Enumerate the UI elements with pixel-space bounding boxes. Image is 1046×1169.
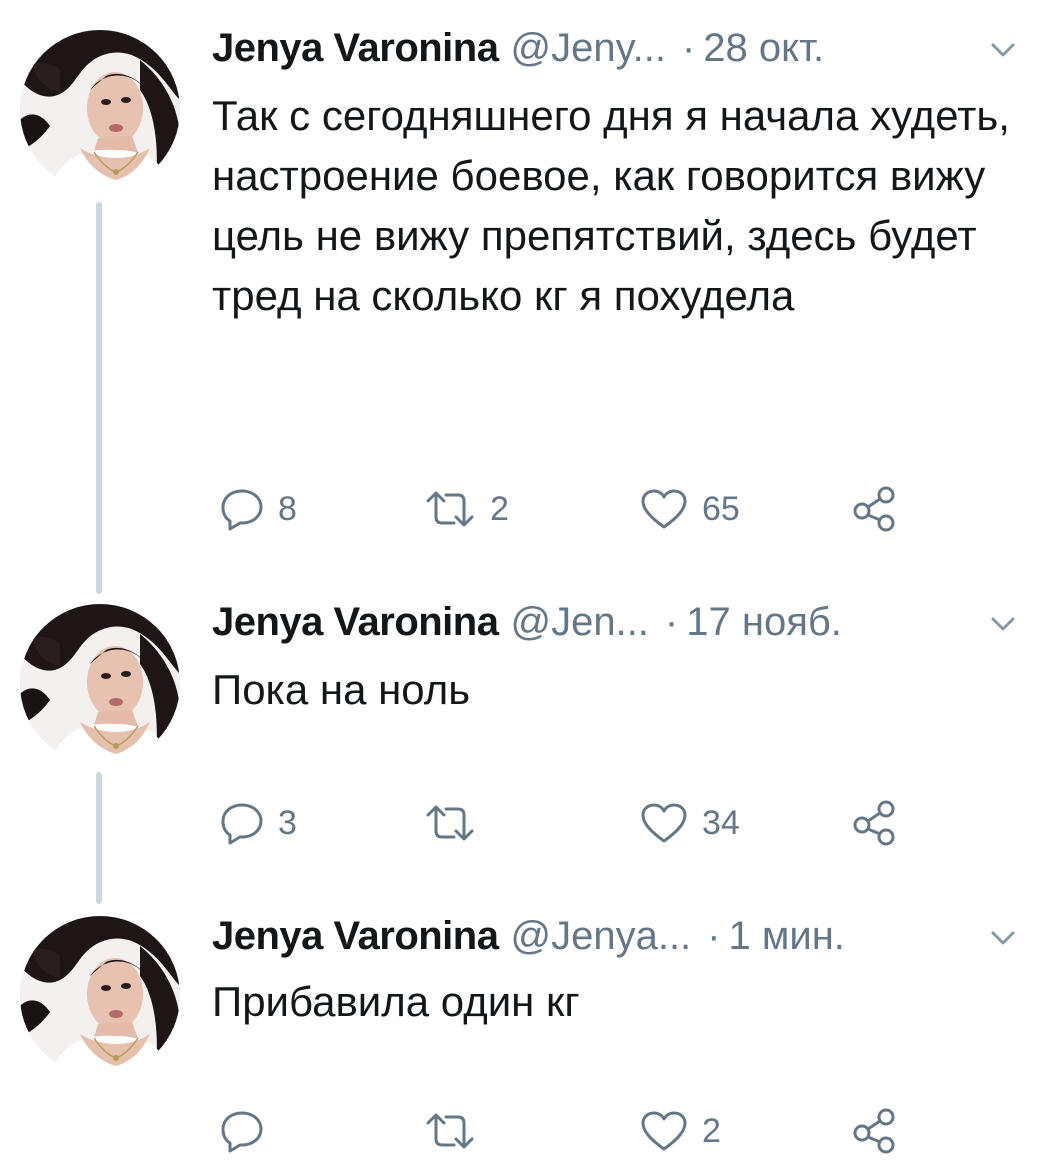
display-name[interactable]: Jenya Varonina bbox=[212, 914, 499, 959]
separator-dot: · bbox=[664, 600, 679, 644]
chevron-down-icon[interactable] bbox=[990, 928, 1016, 948]
retweet-button[interactable] bbox=[424, 798, 490, 848]
reply-button[interactable]: 8 bbox=[220, 484, 297, 534]
avatar-image bbox=[20, 916, 180, 1076]
heart-icon bbox=[640, 1109, 688, 1153]
user-handle[interactable]: @Jeny... bbox=[510, 26, 665, 71]
retweet-button[interactable]: 2 bbox=[424, 484, 509, 534]
tweet[interactable]: Jenya Varonina @Jeny... · 28 окт. Так с … bbox=[0, 0, 1046, 590]
tweet-header: Jenya Varonina @Jeny... · 28 окт. bbox=[212, 26, 1016, 76]
share-icon bbox=[850, 485, 898, 533]
retweet-icon bbox=[424, 1111, 476, 1151]
tweet[interactable]: Jenya Varonina @Jenya... · 1 мин. Прибав… bbox=[0, 910, 1046, 1169]
reply-button[interactable] bbox=[220, 1106, 278, 1156]
like-button[interactable]: 34 bbox=[640, 798, 740, 848]
share-icon bbox=[850, 799, 898, 847]
separator-dot: · bbox=[681, 26, 696, 70]
like-count: 2 bbox=[702, 1111, 721, 1150]
tweet-text: Пока на ноль bbox=[212, 666, 471, 713]
timestamp[interactable]: 28 окт. bbox=[703, 26, 824, 71]
avatar[interactable] bbox=[20, 604, 180, 764]
heart-icon bbox=[640, 487, 688, 531]
reply-count: 3 bbox=[278, 803, 297, 842]
retweet-count: 2 bbox=[490, 489, 509, 528]
user-handle[interactable]: @Jen... bbox=[510, 600, 648, 645]
reply-icon bbox=[220, 487, 264, 531]
avatar[interactable] bbox=[20, 916, 180, 1076]
heart-icon bbox=[640, 801, 688, 845]
like-count: 34 bbox=[702, 803, 740, 842]
reply-icon bbox=[220, 1109, 264, 1153]
tweet-header: Jenya Varonina @Jen... · 17 нояб. bbox=[212, 600, 1016, 650]
display-name[interactable]: Jenya Varonina bbox=[212, 26, 499, 71]
like-button[interactable]: 2 bbox=[640, 1106, 721, 1156]
share-button[interactable] bbox=[850, 798, 898, 848]
like-button[interactable]: 65 bbox=[640, 484, 740, 534]
user-handle[interactable]: @Jenya... bbox=[510, 914, 691, 959]
timestamp[interactable]: 1 мин. bbox=[729, 914, 845, 959]
share-button[interactable] bbox=[850, 1106, 898, 1156]
timestamp[interactable]: 17 нояб. bbox=[686, 600, 842, 645]
avatar[interactable] bbox=[20, 30, 180, 190]
tweet-text: Так с сегодняшнего дня я начала худеть, … bbox=[212, 92, 1010, 319]
reply-icon bbox=[220, 801, 264, 845]
chevron-down-icon[interactable] bbox=[990, 40, 1016, 60]
retweet-button[interactable] bbox=[424, 1106, 490, 1156]
display-name[interactable]: Jenya Varonina bbox=[212, 600, 499, 645]
tweet-text: Прибавила один кг bbox=[212, 978, 580, 1025]
separator-dot: · bbox=[707, 914, 721, 958]
avatar-image bbox=[20, 30, 180, 190]
avatar-image bbox=[20, 604, 180, 764]
tweet-header: Jenya Varonina @Jenya... · 1 мин. bbox=[212, 914, 1016, 964]
tweet[interactable]: Jenya Varonina @Jen... · 17 нояб. Пока н… bbox=[0, 590, 1046, 910]
reply-button[interactable]: 3 bbox=[220, 798, 297, 848]
reply-count: 8 bbox=[278, 489, 297, 528]
share-button[interactable] bbox=[850, 484, 898, 534]
chevron-down-icon[interactable] bbox=[990, 614, 1016, 634]
retweet-icon bbox=[424, 803, 476, 843]
like-count: 65 bbox=[702, 489, 740, 528]
retweet-icon bbox=[424, 489, 476, 529]
share-icon bbox=[850, 1107, 898, 1155]
